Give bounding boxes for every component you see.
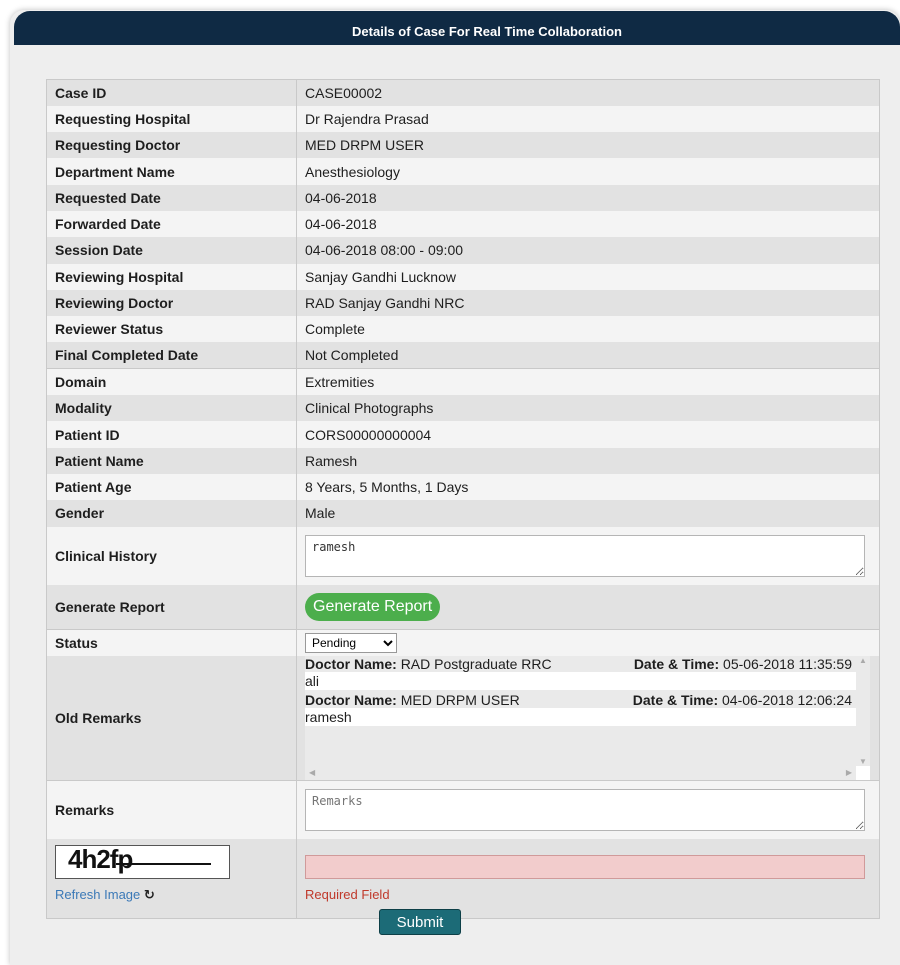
captcha-row: 4h2fp Refresh Image ↻ Required Field <box>46 838 880 919</box>
detail-value: Extremities <box>296 368 880 396</box>
scroll-up-icon[interactable]: ▲ <box>856 656 870 665</box>
detail-row-forwarded-date: Forwarded Date 04-06-2018 <box>46 210 880 238</box>
captcha-input[interactable] <box>305 854 865 879</box>
refresh-icon[interactable]: ↻ <box>144 887 155 902</box>
detail-label: Domain <box>46 368 297 396</box>
generate-report-label: Generate Report <box>46 584 297 630</box>
detail-row-gender: Gender Male <box>46 500 880 527</box>
detail-row-requested-date: Requested Date 04-06-2018 <box>46 184 880 211</box>
detail-label: Patient Age <box>46 473 297 501</box>
detail-label: Case ID <box>46 79 297 106</box>
detail-row-patient-name: Patient Name Ramesh <box>46 447 880 474</box>
detail-row-requesting-doctor: Requesting Doctor MED DRPM USER <box>46 132 880 159</box>
detail-row-reviewing-hospital: Reviewing Hospital Sanjay Gandhi Lucknow <box>46 263 880 290</box>
detail-value: Not Completed <box>296 342 880 369</box>
detail-value: 04-06-2018 <box>296 210 880 238</box>
doctor-name-value: MED DRPM USER <box>400 691 520 708</box>
old-remark-item: Doctor Name: RAD Postgraduate RRC Date &… <box>305 655 870 690</box>
vertical-scrollbar[interactable]: ▲ ▼ <box>856 655 870 766</box>
doctor-name-label: Doctor Name: <box>305 691 397 708</box>
scroll-down-icon[interactable]: ▼ <box>856 757 870 766</box>
detail-value: Dr Rajendra Prasad <box>296 105 880 133</box>
old-remarks-row: Old Remarks Doctor Name: RAD Postgraduat… <box>46 655 880 781</box>
detail-value: Sanjay Gandhi Lucknow <box>296 263 880 290</box>
clinical-history-row: Clinical History ramesh <box>46 526 880 585</box>
detail-value: MED DRPM USER <box>296 132 880 159</box>
detail-value: Anesthesiology <box>296 158 880 185</box>
detail-label: Requested Date <box>46 184 297 211</box>
detail-label: Reviewing Hospital <box>46 263 297 290</box>
detail-label: Gender <box>46 500 297 527</box>
detail-label: Patient Name <box>46 447 297 474</box>
old-remarks-label: Old Remarks <box>46 655 297 781</box>
detail-value: CASE00002 <box>296 79 880 106</box>
old-remarks-scroll-area[interactable]: Doctor Name: RAD Postgraduate RRC Date &… <box>305 655 870 780</box>
detail-row-reviewing-doctor: Reviewing Doctor RAD Sanjay Gandhi NRC <box>46 289 880 317</box>
datetime-value: 05-06-2018 11:35:59 <box>723 655 852 672</box>
datetime-label: Date & Time: <box>633 655 720 672</box>
detail-value: Ramesh <box>296 447 880 474</box>
remark-text: ramesh <box>305 707 870 726</box>
remarks-row: Remarks <box>46 780 880 839</box>
detail-label: Requesting Doctor <box>46 132 297 159</box>
detail-row-department-name: Department Name Anesthesiology <box>46 158 880 185</box>
doctor-name-label: Doctor Name: <box>305 655 397 672</box>
detail-row-final-completed-date: Final Completed Date Not Completed <box>46 342 880 369</box>
generate-report-row: Generate Report Generate Report <box>46 584 880 630</box>
scroll-left-icon[interactable]: ◀ <box>309 768 315 777</box>
detail-value: 8 Years, 5 Months, 1 Days <box>296 473 880 501</box>
captcha-image: 4h2fp <box>55 843 230 879</box>
detail-value: Complete <box>296 316 880 343</box>
scrollbar-corner <box>856 765 870 780</box>
remark-text: ali <box>305 671 870 690</box>
detail-value: Male <box>296 500 880 527</box>
remarks-label: Remarks <box>46 780 297 839</box>
refresh-image-link[interactable]: Refresh Image ↻ <box>55 887 155 903</box>
detail-row-modality: Modality Clinical Photographs <box>46 395 880 422</box>
captcha-text: 4h2fp <box>68 843 133 874</box>
clinical-history-label: Clinical History <box>46 526 297 585</box>
detail-label: Modality <box>46 395 297 422</box>
datetime-value: 04-06-2018 12:06:24 <box>722 691 852 708</box>
doctor-name-value: RAD Postgraduate RRC <box>400 655 552 672</box>
case-details-table: Case ID CASE00002 Requesting Hospital Dr… <box>46 79 880 920</box>
panel-title: Details of Case For Real Time Collaborat… <box>352 24 622 39</box>
detail-label: Department Name <box>46 158 297 185</box>
submit-button[interactable]: Submit <box>379 909 461 935</box>
horizontal-scrollbar[interactable]: ◀ ▶ <box>305 765 856 780</box>
detail-label: Session Date <box>46 237 297 264</box>
status-select[interactable]: Pending <box>305 632 397 653</box>
scroll-right-icon[interactable]: ▶ <box>846 768 852 777</box>
detail-label: Patient ID <box>46 421 297 448</box>
refresh-image-label: Refresh Image <box>55 886 141 902</box>
detail-label: Reviewing Doctor <box>46 289 297 317</box>
detail-row-patient-age: Patient Age 8 Years, 5 Months, 1 Days <box>46 473 880 501</box>
detail-row-session-date: Session Date 04-06-2018 08:00 - 09:00 <box>46 237 880 264</box>
detail-value: RAD Sanjay Gandhi NRC <box>296 289 880 317</box>
required-field-message: Required Field <box>305 886 390 902</box>
detail-label: Reviewer Status <box>46 316 297 343</box>
clinical-history-field[interactable]: ramesh <box>305 534 865 577</box>
detail-value: 04-06-2018 <box>296 184 880 211</box>
remarks-field[interactable] <box>305 788 865 831</box>
detail-row-case-id: Case ID CASE00002 <box>46 79 880 106</box>
panel-header: Details of Case For Real Time Collaborat… <box>14 11 900 45</box>
detail-label: Forwarded Date <box>46 210 297 238</box>
detail-label: Requesting Hospital <box>46 105 297 133</box>
detail-value: Clinical Photographs <box>296 395 880 422</box>
datetime-label: Date & Time: <box>632 691 719 708</box>
captcha-strike-line <box>116 862 211 865</box>
detail-value: CORS00000000004 <box>296 421 880 448</box>
detail-row-patient-id: Patient ID CORS00000000004 <box>46 421 880 448</box>
detail-row-reviewer-status: Reviewer Status Complete <box>46 316 880 343</box>
old-remark-item: Doctor Name: MED DRPM USER Date & Time: … <box>305 691 870 726</box>
detail-row-domain: Domain Extremities <box>46 368 880 396</box>
generate-report-button[interactable]: Generate Report <box>305 592 441 621</box>
detail-label: Final Completed Date <box>46 342 297 369</box>
status-label: Status <box>46 629 297 656</box>
detail-row-requesting-hospital: Requesting Hospital Dr Rajendra Prasad <box>46 105 880 133</box>
detail-value: 04-06-2018 08:00 - 09:00 <box>296 237 880 264</box>
status-row: Status Pending <box>46 629 880 656</box>
